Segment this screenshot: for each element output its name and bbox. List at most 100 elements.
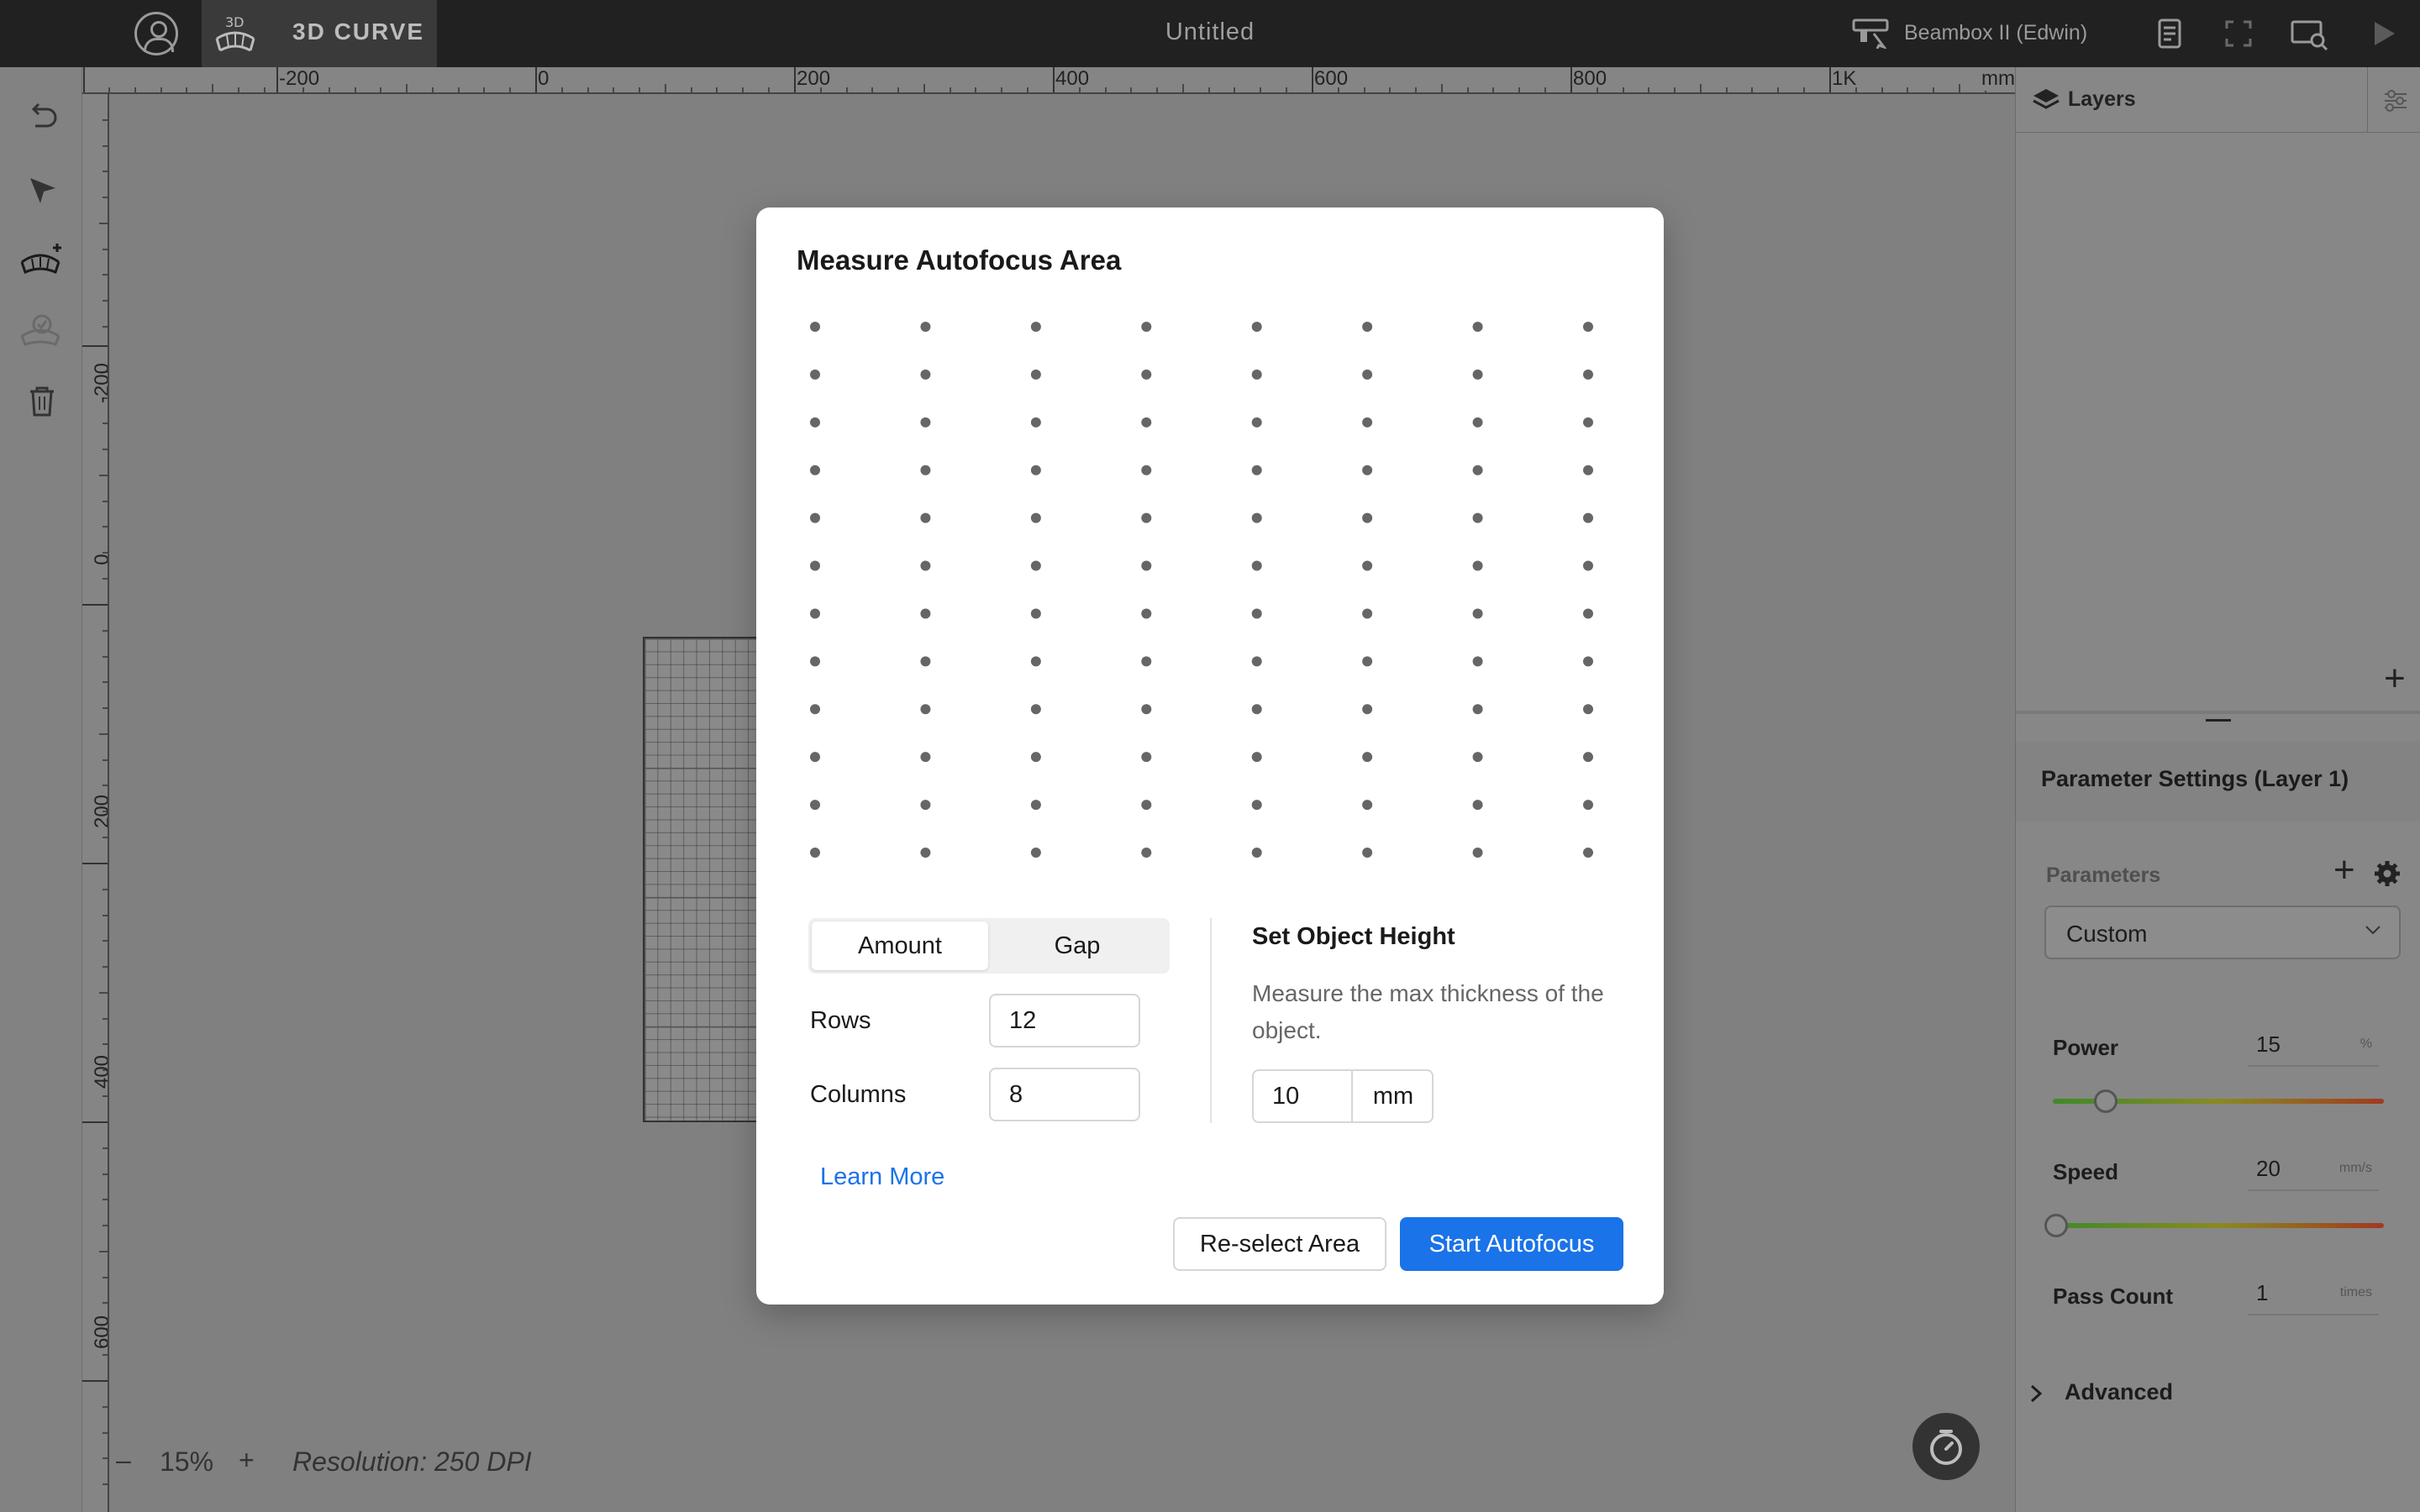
advanced-toggle[interactable]: Advanced <box>2065 1379 2173 1405</box>
autofocus-point <box>1251 465 1262 475</box>
autofocus-point <box>810 704 820 715</box>
ruler-label: 0 <box>538 67 550 90</box>
power-input[interactable]: 15 % <box>2248 1025 2379 1067</box>
autofocus-point <box>1251 608 1262 619</box>
autofocus-point <box>1141 800 1152 811</box>
machine-icon[interactable] <box>1852 17 1892 49</box>
autofocus-point <box>1251 704 1262 715</box>
autofocus-point <box>1472 656 1483 667</box>
autofocus-point <box>1030 417 1041 428</box>
autofocus-point-grid <box>810 322 1593 858</box>
autofocus-point <box>1583 608 1593 619</box>
power-value: 15 <box>2256 1032 2281 1057</box>
zoom-level[interactable]: 15% <box>160 1446 213 1478</box>
autofocus-point <box>1251 752 1262 763</box>
autofocus-point <box>1362 752 1373 763</box>
document-icon[interactable] <box>2153 17 2186 50</box>
autofocus-point <box>1472 608 1483 619</box>
chevron-down-icon <box>2365 926 2381 935</box>
autofocus-point <box>920 512 931 523</box>
user-avatar-icon[interactable] <box>134 12 178 55</box>
panel-divider[interactable] <box>2016 711 2420 714</box>
autofocus-point <box>1141 322 1152 332</box>
add-preset-button[interactable]: + <box>2333 852 2355 889</box>
ruler-label: 200 <box>797 67 831 90</box>
ruler-label: 400 <box>91 1054 109 1089</box>
zoom-in-button[interactable]: + <box>239 1445 255 1476</box>
object-height-title: Set Object Height <box>1252 923 1455 950</box>
object-height-value: 10 <box>1272 1083 1300 1110</box>
ruler-label: 600 <box>1314 67 1349 90</box>
autofocus-point <box>1362 656 1373 667</box>
autofocus-point <box>1583 369 1593 380</box>
autofocus-point <box>1030 322 1041 332</box>
rows-input[interactable]: 12 <box>989 994 1140 1047</box>
top-bar: 3D 3D CURVE Untitled Beambox II (Edwin) <box>0 0 2420 67</box>
zoom-out-button[interactable]: – <box>116 1445 131 1476</box>
autofocus-point <box>1362 417 1373 428</box>
autofocus-point <box>1141 417 1152 428</box>
autofocus-point <box>1030 512 1041 523</box>
autofocus-point <box>920 465 931 475</box>
speed-input[interactable]: 20 mm/s <box>2248 1149 2379 1191</box>
tab-gap[interactable]: Gap <box>988 921 1166 970</box>
autofocus-point <box>810 512 820 523</box>
autofocus-point <box>1251 656 1262 667</box>
dialog-title: Measure Autofocus Area <box>797 244 1122 276</box>
start-autofocus-button[interactable]: Start Autofocus <box>1400 1217 1623 1271</box>
pass-count-label: Pass Count <box>2053 1284 2174 1309</box>
play-icon[interactable] <box>2366 17 2400 50</box>
autofocus-point <box>1141 656 1152 667</box>
resize-handle[interactable] <box>2206 719 2231 722</box>
layers-icon <box>2033 89 2060 109</box>
add-layer-button[interactable]: + <box>2384 660 2406 697</box>
layer-options-button[interactable] <box>2367 67 2420 133</box>
curve-measure-icon[interactable] <box>18 240 66 277</box>
right-panel: Layers + Parameter Settings (Layer 1) Pa… <box>2015 67 2420 1512</box>
undo-icon[interactable] <box>24 97 60 134</box>
power-slider-handle[interactable] <box>2094 1089 2118 1113</box>
autofocus-point <box>1030 848 1041 858</box>
autofocus-point <box>1472 322 1483 332</box>
speed-slider-handle[interactable] <box>2044 1214 2068 1237</box>
layers-header: Layers <box>2016 67 2420 133</box>
time-estimate-button[interactable] <box>1912 1413 1980 1480</box>
vertical-divider <box>1210 918 1212 1123</box>
tab-amount[interactable]: Amount <box>812 921 988 970</box>
learn-more-link[interactable]: Learn More <box>820 1163 944 1191</box>
preset-value: Custom <box>2066 921 2148 947</box>
reselect-area-button[interactable]: Re-select Area <box>1173 1217 1386 1271</box>
object-height-input[interactable]: 10 mm <box>1252 1069 1434 1123</box>
autofocus-point <box>1583 704 1593 715</box>
camera-preview-icon[interactable] <box>2289 17 2329 50</box>
preset-select[interactable]: Custom <box>2044 906 2401 959</box>
speed-value: 20 <box>2256 1156 2281 1181</box>
autofocus-point <box>1362 560 1373 571</box>
autofocus-point <box>1251 512 1262 523</box>
select-cursor-icon[interactable] <box>24 171 60 208</box>
autofocus-point <box>1030 560 1041 571</box>
autofocus-point <box>920 656 931 667</box>
speed-unit: mm/s <box>2338 1161 2372 1175</box>
object-height-description: Measure the max thickness of the object. <box>1252 980 1604 1043</box>
pass-count-input[interactable]: 1 times <box>2248 1273 2379 1315</box>
autofocus-point <box>1362 322 1373 332</box>
autofocus-point <box>1362 608 1373 619</box>
gear-icon[interactable] <box>2372 858 2402 889</box>
trash-icon[interactable] <box>24 383 60 420</box>
autofocus-dialog: Measure Autofocus Area Amount Gap Rows 1… <box>756 207 1664 1305</box>
autofocus-point <box>920 322 931 332</box>
frame-icon[interactable] <box>2222 17 2255 50</box>
autofocus-point <box>810 752 820 763</box>
autofocus-point <box>1472 752 1483 763</box>
ruler-label: -200 <box>279 67 320 90</box>
machine-name[interactable]: Beambox II (Edwin) <box>1904 21 2087 45</box>
autofocus-point <box>1141 848 1152 858</box>
columns-input[interactable]: 8 <box>989 1068 1140 1121</box>
speed-slider[interactable] <box>2053 1223 2384 1228</box>
ruler-label: 600 <box>91 1315 109 1350</box>
chevron-right-icon[interactable] <box>2028 1383 2044 1404</box>
autofocus-point <box>920 608 931 619</box>
autofocus-point <box>810 369 820 380</box>
document-title: Untitled <box>1165 18 1255 45</box>
